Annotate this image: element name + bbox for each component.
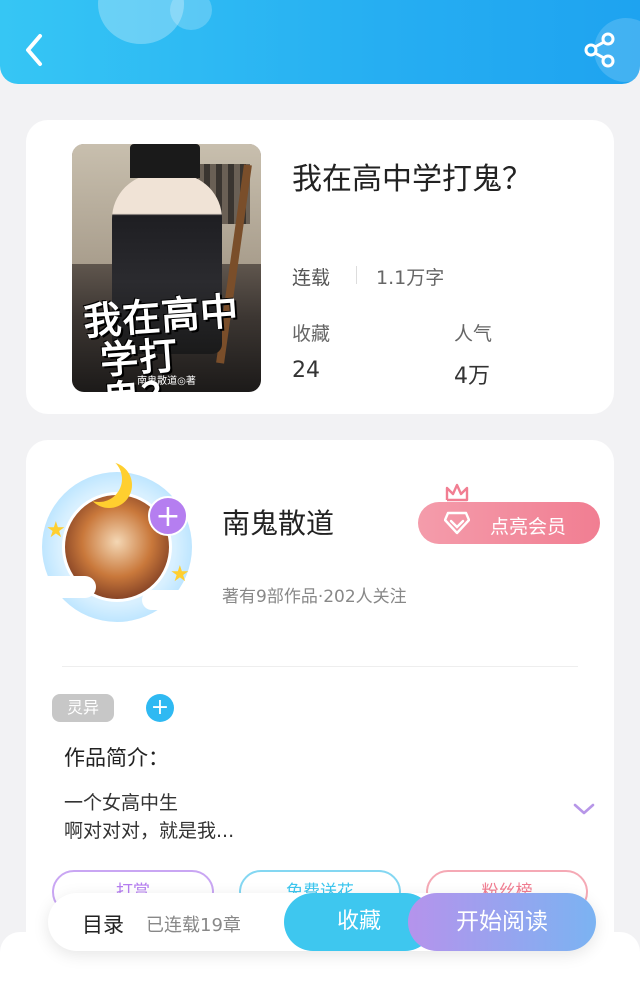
stat-label-favorites: 收藏 [292,323,331,345]
moon-icon [76,456,122,502]
cloud-icon [142,590,194,610]
plus-icon: + [155,499,181,534]
follow-author-button[interactable]: + [148,496,188,536]
book-title: 我在高中学打鬼？ [292,162,532,197]
diamond-icon [444,511,470,535]
intro-title: 作品简介： [64,746,169,770]
share-icon [584,32,615,68]
word-count: 1.1万字 [376,267,445,289]
crown-icon [445,483,469,502]
divider [356,266,357,284]
chevron-down-icon [573,803,595,815]
divider [62,666,578,667]
back-icon [26,34,42,66]
stat-label-popularity: 人气 [454,323,493,345]
author-avatar[interactable]: ★ ★ + [32,452,202,622]
author-name[interactable]: 南鬼散道 [222,502,334,542]
book-info-card: 我在高中 学打鬼？ 南鬼散道◎著 我在高中学打鬼？ 连载 1.1万字 收藏 24… [26,120,614,414]
add-tag-button[interactable]: + [146,694,174,722]
toc-button[interactable]: 目录 [82,909,124,939]
top-bar [0,0,640,84]
cover-author: 南鬼散道◎著 [137,376,196,387]
book-cover[interactable]: 我在高中 学打鬼？ 南鬼散道◎著 [72,144,261,392]
stat-value-popularity: 4万 [454,364,490,389]
vip-label: 点亮会员 [490,516,567,538]
plus-icon: + [150,695,170,720]
vip-button[interactable]: 点亮会员 [418,502,600,544]
share-button[interactable] [580,30,620,70]
back-button[interactable] [18,30,52,70]
intro-line: 啊对对对，就是我... [64,820,235,842]
author-meta: 著有9部作品·202人关注 [222,587,407,607]
chapter-count: 已连载19章 [146,915,241,936]
bottom-action-bar: 目录 已连载19章 收藏 开始阅读 [48,893,596,951]
stat-value-favorites: 24 [292,358,320,383]
expand-intro-button[interactable] [572,800,596,818]
cover-hat [130,144,200,178]
cloud-icon [36,576,96,598]
star-icon: ★ [170,562,190,587]
book-status: 连载 [292,267,331,289]
star-icon: ★ [46,518,66,543]
start-reading-button[interactable]: 开始阅读 [408,893,596,951]
genre-tag[interactable]: 灵异 [52,694,114,722]
intro-line: 一个女高中生 [64,792,179,814]
